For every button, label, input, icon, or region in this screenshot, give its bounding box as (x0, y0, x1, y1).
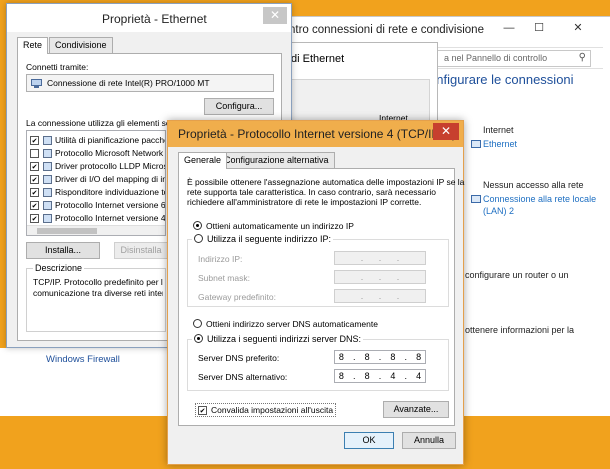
list-item[interactable]: Driver protocollo LLDP Microsoft (30, 160, 165, 172)
gateway-label: Gateway predefinito: (198, 292, 276, 302)
info-text: ottenere informazioni per la (465, 325, 575, 335)
intro-line1: È possibile ottenere l'assegnazione auto… (187, 177, 465, 187)
checkbox[interactable] (30, 174, 39, 184)
ok-button[interactable]: OK (344, 432, 394, 449)
description-line2: comunicazione tra diverse reti interconn… (33, 288, 163, 298)
list-item[interactable]: Protocollo Internet versione 4 (TCP/IPv4… (30, 212, 165, 224)
dns-manual-group: Utilizza i seguenti indirizzi server DNS… (187, 334, 449, 391)
dns-manual-option[interactable]: Utilizza i seguenti indirizzi server DNS… (192, 334, 364, 344)
dns-auto-radio[interactable] (193, 319, 202, 328)
ipv4-close-button[interactable]: ✕ (433, 123, 459, 140)
component-icon (43, 213, 52, 223)
tab-generale[interactable]: Generale (178, 152, 228, 169)
ip-manual-option[interactable]: Utilizza il seguente indirizzo IP: (192, 234, 334, 244)
checkbox[interactable] (30, 213, 39, 223)
subnet-label: Subnet mask: (198, 273, 250, 283)
configure-button[interactable]: Configura... (204, 98, 274, 115)
list-item[interactable]: Risponditore individuazione topologie li… (30, 186, 165, 198)
search-placeholder: a nel Pannello di controllo (444, 53, 548, 63)
tab-condivisione[interactable]: Condivisione (49, 37, 113, 53)
connect-label: Connetti tramite: (26, 62, 89, 72)
cancel-button[interactable]: Annulla (402, 432, 456, 449)
list-item[interactable]: Utilità di pianificazione pacchetti QoS (30, 134, 165, 146)
lan-link-line2[interactable]: (LAN) 2 (483, 206, 514, 216)
eth-title: Proprietà - Ethernet (102, 12, 207, 26)
intro-line2: rete supporta tale caratteristica. In ca… (187, 187, 436, 197)
list-item[interactable]: Driver di I/O del mapping di individuazi… (30, 173, 165, 185)
gateway-field: ... (334, 289, 426, 303)
ip-manual-group: Utilizza il seguente indirizzo IP: Indir… (187, 234, 449, 307)
ipv4-title: Proprietà - Protocollo Internet versione… (178, 127, 457, 141)
dns-alternate-field[interactable]: 8.8.4.4 (334, 369, 426, 383)
adapter-box: Connessione di rete Intel(R) PRO/1000 MT (26, 74, 274, 92)
maximize-button[interactable]: ☐ (525, 17, 553, 39)
dns-manual-radio[interactable] (194, 334, 203, 343)
subnet-field: ... (334, 270, 426, 284)
search-icon[interactable]: ⚲ (579, 52, 586, 63)
list-item[interactable]: Protocollo Microsoft Network Adapter Mul… (30, 147, 165, 159)
dns-alternate-label: Server DNS alternativo: (198, 372, 288, 382)
list-item[interactable]: Protocollo Internet versione 6 (TCP/IPv6… (30, 199, 165, 211)
description-title: Descrizione (33, 263, 85, 273)
tab-rete[interactable]: Rete (17, 37, 49, 54)
section-heading: onfigurare le connessioni (429, 72, 574, 87)
firewall-link[interactable]: Windows Firewall (46, 354, 120, 365)
validate-option[interactable]: Convalida impostazioni all'uscita (195, 403, 337, 417)
generale-tab-panel: È possibile ottenere l'assegnazione auto… (178, 168, 464, 426)
dns-preferred-label: Server DNS preferito: (198, 353, 280, 363)
checkbox[interactable] (30, 135, 39, 145)
install-button[interactable]: Installa... (26, 242, 100, 259)
search-input[interactable]: a nel Pannello di controllo ⚲ (437, 50, 591, 67)
component-icon (43, 135, 52, 145)
network-center-title: ntro connessioni di rete e condivisione (289, 24, 484, 36)
ip-auto-radio[interactable] (193, 221, 202, 230)
ip-address-label: Indirizzo IP: (198, 254, 243, 264)
network-adapter-icon (31, 79, 42, 88)
advanced-button[interactable]: Avanzate... (383, 401, 449, 418)
close-button[interactable]: ✕ (555, 17, 601, 39)
ip-address-field: ... (334, 251, 426, 265)
dns-auto-option[interactable]: Ottieni indirizzo server DNS automaticam… (193, 319, 378, 329)
tab-configurazione-alternativa[interactable]: Configurazione alternativa (218, 152, 335, 168)
dns-preferred-field[interactable]: 8.8.8.8 (334, 350, 426, 364)
ethernet-link[interactable]: Ethernet (483, 139, 517, 149)
component-icon (43, 161, 52, 171)
components-list[interactable]: Utilità di pianificazione pacchetti QoS … (26, 130, 166, 236)
lan-link-line1[interactable]: Connessione alla rete locale (483, 194, 596, 204)
scrollbar-thumb[interactable] (37, 228, 97, 234)
description-group: Descrizione TCP/IP. Protocollo predefini… (26, 263, 166, 332)
horizontal-scrollbar[interactable] (27, 225, 165, 235)
network-type-no-access: Nessun accesso alla rete (483, 180, 584, 190)
minimize-button[interactable]: — (495, 17, 523, 39)
description-line1: TCP/IP. Protocollo predefinito per le WA… (33, 277, 163, 287)
network-type-internet: Internet (483, 125, 514, 135)
component-icon (43, 174, 52, 184)
lan-icon (471, 195, 481, 203)
intro-line3: richiedere all'amministratore di rete le… (187, 197, 422, 207)
component-icon (43, 200, 52, 210)
router-text: configurare un router o un (465, 270, 569, 280)
ipv4-properties-window: Proprietà - Protocollo Internet versione… (167, 120, 464, 465)
checkbox[interactable] (30, 148, 39, 158)
ethernet-status-title: di Ethernet (291, 53, 345, 65)
checkbox[interactable] (30, 187, 39, 197)
component-icon (43, 148, 52, 158)
uninstall-button: Disinstalla (114, 242, 168, 259)
adapter-name: Connessione di rete Intel(R) PRO/1000 MT (47, 78, 210, 88)
ethernet-icon (471, 140, 481, 148)
validate-checkbox[interactable] (198, 406, 207, 415)
ip-manual-radio[interactable] (194, 234, 203, 243)
checkbox[interactable] (30, 161, 39, 171)
eth-close-button[interactable]: ✕ (263, 7, 287, 24)
ip-auto-option[interactable]: Ottieni automaticamente un indirizzo IP (193, 221, 354, 231)
checkbox[interactable] (30, 200, 39, 210)
component-icon (43, 187, 52, 197)
